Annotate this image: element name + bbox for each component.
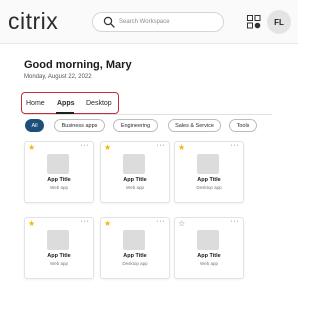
- star-outline-icon[interactable]: ☆: [178, 219, 185, 228]
- app-type: Web app: [50, 261, 68, 266]
- filter-all[interactable]: All: [25, 119, 44, 132]
- avatar[interactable]: FL: [267, 10, 291, 34]
- search-input[interactable]: Search Workspace: [92, 12, 224, 32]
- app-thumbnail: [123, 230, 145, 250]
- app-title: App Title: [197, 177, 221, 183]
- greeting-heading: Good morning, Mary: [24, 59, 132, 71]
- star-icon[interactable]: ★: [104, 143, 111, 152]
- tab-home[interactable]: Home: [26, 100, 45, 107]
- app-thumbnail: [197, 154, 219, 174]
- app-title: App Title: [47, 177, 71, 183]
- tab-apps[interactable]: Apps: [57, 100, 75, 107]
- more-icon[interactable]: ···: [231, 218, 240, 225]
- app-type: Web app: [50, 185, 68, 190]
- star-icon[interactable]: ★: [104, 219, 111, 228]
- app-card[interactable]: ★ ··· App Title Web app: [24, 217, 94, 279]
- more-icon[interactable]: ···: [231, 142, 240, 149]
- filter-engineering[interactable]: Engineering: [113, 119, 158, 132]
- app-title: App Title: [197, 253, 221, 259]
- app-type: Web app: [200, 261, 218, 266]
- app-card[interactable]: ☆ ··· App Title Web app: [174, 217, 244, 279]
- app-card[interactable]: ★ ··· App Title Web app: [24, 141, 94, 203]
- star-icon[interactable]: ★: [28, 219, 35, 228]
- more-icon[interactable]: ···: [157, 142, 166, 149]
- app-title: App Title: [47, 253, 71, 259]
- filter-tools[interactable]: Tools: [229, 119, 257, 132]
- filter-sales-service[interactable]: Sales & Service: [168, 119, 221, 132]
- app-card[interactable]: ★ ··· App Title Web app: [100, 141, 170, 203]
- app-title: App Title: [123, 177, 147, 183]
- filter-business-apps[interactable]: Business apps: [54, 119, 105, 132]
- citrix-logo[interactable]: citrix: [8, 8, 58, 35]
- more-icon[interactable]: ···: [157, 218, 166, 225]
- app-type: Desktop app: [122, 261, 148, 266]
- app-thumbnail: [47, 154, 69, 174]
- star-icon[interactable]: ★: [178, 143, 185, 152]
- app-type: Desktop app: [196, 185, 222, 190]
- tabs-divider: [24, 114, 272, 115]
- more-icon[interactable]: ···: [81, 142, 90, 149]
- app-title: App Title: [123, 253, 147, 259]
- app-card[interactable]: ★ ··· App Title Desktop app: [100, 217, 170, 279]
- current-date: Monday, August 22, 2022: [24, 74, 92, 80]
- top-bar: citrix Search Workspace FL: [0, 0, 298, 44]
- app-thumbnail: [47, 230, 69, 250]
- app-card[interactable]: ★ ··· App Title Desktop app: [174, 141, 244, 203]
- star-icon[interactable]: ★: [28, 143, 35, 152]
- more-icon[interactable]: ···: [81, 218, 90, 225]
- app-thumbnail: [197, 230, 219, 250]
- app-type: Web app: [126, 185, 144, 190]
- apps-grid-icon[interactable]: [247, 15, 261, 29]
- tab-desktop[interactable]: Desktop: [86, 100, 112, 107]
- search-placeholder: Search Workspace: [119, 19, 170, 25]
- search-icon: [103, 16, 115, 28]
- app-thumbnail: [123, 154, 145, 174]
